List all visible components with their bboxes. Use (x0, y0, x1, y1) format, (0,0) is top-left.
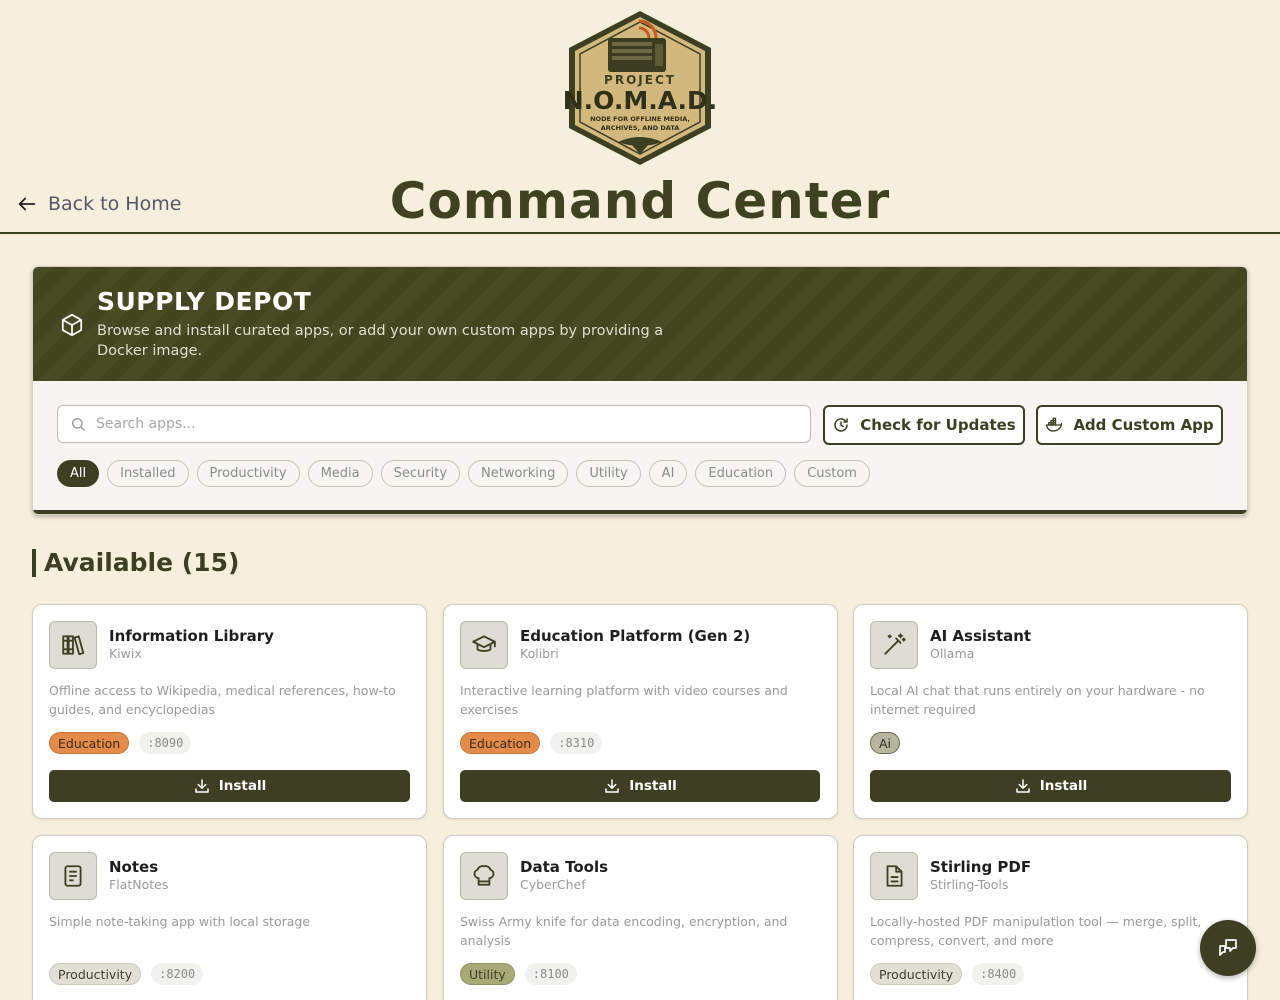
install-label: Install (218, 778, 267, 794)
filter-installed[interactable]: Installed (107, 460, 189, 487)
graduation-cap-icon (472, 635, 496, 652)
app-icon-box (870, 621, 918, 669)
app-description: Simple note-taking app with local storag… (49, 914, 311, 929)
section-title-available: Available (15) (32, 549, 239, 577)
app-provider: FlatNotes (109, 877, 169, 892)
filter-security[interactable]: Security (380, 460, 461, 487)
app-name: AI Assistant (930, 627, 1032, 645)
app-description: Swiss Army knife for data encoding, encr… (460, 914, 788, 948)
app-icon-box (870, 852, 918, 900)
app-icon-box (460, 852, 508, 900)
app-tags: Education :8310 (460, 732, 603, 754)
page-header: PROJECT N.O.M.A.D. NODE FOR OFFLINE MEDI… (0, 0, 1280, 234)
app-description: Interactive learning platform with video… (460, 683, 788, 717)
install-label: Install (1039, 778, 1088, 794)
cube-icon (61, 313, 83, 337)
port-badge: :8090 (139, 732, 192, 754)
app-card-data-tools: Data Tools CyberChef Swiss Army knife fo… (443, 835, 838, 1000)
svg-text:NODE FOR OFFLINE MEDIA,: NODE FOR OFFLINE MEDIA, (590, 115, 690, 123)
search-box[interactable] (57, 405, 811, 443)
app-description: Local AI chat that runs entirely on your… (870, 683, 1205, 717)
app-name: Information Library (109, 627, 274, 645)
app-tags: Utility :8100 (460, 963, 577, 985)
notepad-icon (64, 865, 82, 887)
port-badge: :8100 (524, 963, 577, 985)
install-button[interactable]: Install (870, 770, 1231, 802)
check-for-updates-button[interactable]: Check for Updates (823, 405, 1025, 445)
filter-media[interactable]: Media (307, 460, 373, 487)
port-badge: :8310 (550, 732, 603, 754)
app-icon-box (460, 621, 508, 669)
search-icon (72, 418, 85, 431)
app-provider: Stirling-Tools (930, 877, 1009, 892)
depot-header: SUPPLY DEPOT Browse and install curated … (33, 267, 1247, 381)
document-icon (886, 865, 903, 887)
app-provider: CyberChef (520, 877, 586, 892)
magic-wand-icon (884, 633, 906, 655)
filter-networking[interactable]: Networking (468, 460, 569, 487)
check-for-updates-label: Check for Updates (860, 416, 1016, 434)
refresh-clock-icon (834, 418, 849, 432)
svg-text:PROJECT: PROJECT (604, 73, 676, 87)
download-icon (605, 779, 619, 793)
app-card-education-platform: Education Platform (Gen 2) Kolibri Inter… (443, 604, 838, 819)
app-description: Offline access to Wikipedia, medical ref… (49, 683, 396, 717)
category-badge: Ai (870, 732, 901, 754)
filter-education[interactable]: Education (695, 460, 787, 487)
docker-whale-icon (1046, 417, 1063, 432)
depot-description: Browse and install curated apps, or add … (97, 323, 664, 359)
app-name: Stirling PDF (930, 858, 1032, 876)
install-label: Install (629, 778, 677, 794)
app-card-information-library: Information Library Kiwix Offline access… (32, 604, 427, 819)
add-custom-app-button[interactable]: Add Custom App (1036, 405, 1223, 445)
svg-text:ARCHIVES, AND DATA: ARCHIVES, AND DATA (601, 124, 680, 132)
supply-depot-panel: SUPPLY DEPOT Browse and install curated … (32, 266, 1248, 515)
filter-ai[interactable]: AI (648, 460, 688, 487)
app-card-notes: Notes FlatNotes Simple note-taking app w… (32, 835, 427, 1000)
category-filters: All Installed Productivity Media Securit… (57, 460, 870, 487)
filter-custom[interactable]: Custom (794, 460, 870, 487)
filter-utility[interactable]: Utility (576, 460, 641, 487)
category-badge: Productivity (870, 963, 963, 985)
filter-productivity[interactable]: Productivity (196, 460, 300, 487)
app-name: Education Platform (Gen 2) (520, 627, 751, 645)
category-badge: Education (49, 732, 130, 754)
app-provider: Ollama (930, 646, 975, 661)
port-badge: :8400 (972, 963, 1025, 985)
chat-button[interactable] (1200, 920, 1256, 976)
download-icon (195, 779, 209, 793)
chef-hat-icon (473, 865, 495, 886)
app-provider: Kolibri (520, 646, 559, 661)
app-description: Locally-hosted PDF manipulation tool — m… (870, 914, 1202, 948)
download-icon (1016, 779, 1030, 793)
page-title: Command Center (389, 172, 891, 230)
svg-text:N.O.M.A.D.: N.O.M.A.D. (563, 86, 717, 115)
install-button[interactable]: Install (49, 770, 410, 802)
depot-bottom-border (33, 510, 1247, 514)
app-tags: Education :8090 (49, 732, 192, 754)
category-badge: Productivity (49, 963, 142, 985)
app-tags: Productivity :8200 (49, 963, 204, 985)
category-badge: Education (460, 732, 541, 754)
app-icon-box (49, 621, 97, 669)
books-icon (62, 635, 85, 656)
depot-title: SUPPLY DEPOT (97, 287, 312, 316)
app-card-stirling-pdf: Stirling PDF Stirling-Tools Locally-host… (853, 835, 1248, 1000)
add-custom-app-label: Add Custom App (1073, 416, 1214, 434)
port-badge: :8200 (151, 963, 204, 985)
app-name: Notes (109, 858, 159, 876)
app-name: Data Tools (520, 858, 609, 876)
chat-bubbles-icon (1219, 939, 1237, 956)
category-badge: Utility (460, 963, 515, 985)
nomad-logo: PROJECT N.O.M.A.D. NODE FOR OFFLINE MEDI… (563, 11, 717, 165)
app-icon-box (49, 852, 97, 900)
app-tags: Ai (870, 732, 901, 754)
app-provider: Kiwix (109, 646, 142, 661)
filter-all[interactable]: All (57, 460, 100, 487)
app-card-ai-assistant: AI Assistant Ollama Local AI chat that r… (853, 604, 1248, 819)
app-tags: Productivity :8400 (870, 963, 1025, 985)
install-button[interactable]: Install (460, 770, 820, 802)
search-input[interactable] (96, 416, 776, 432)
